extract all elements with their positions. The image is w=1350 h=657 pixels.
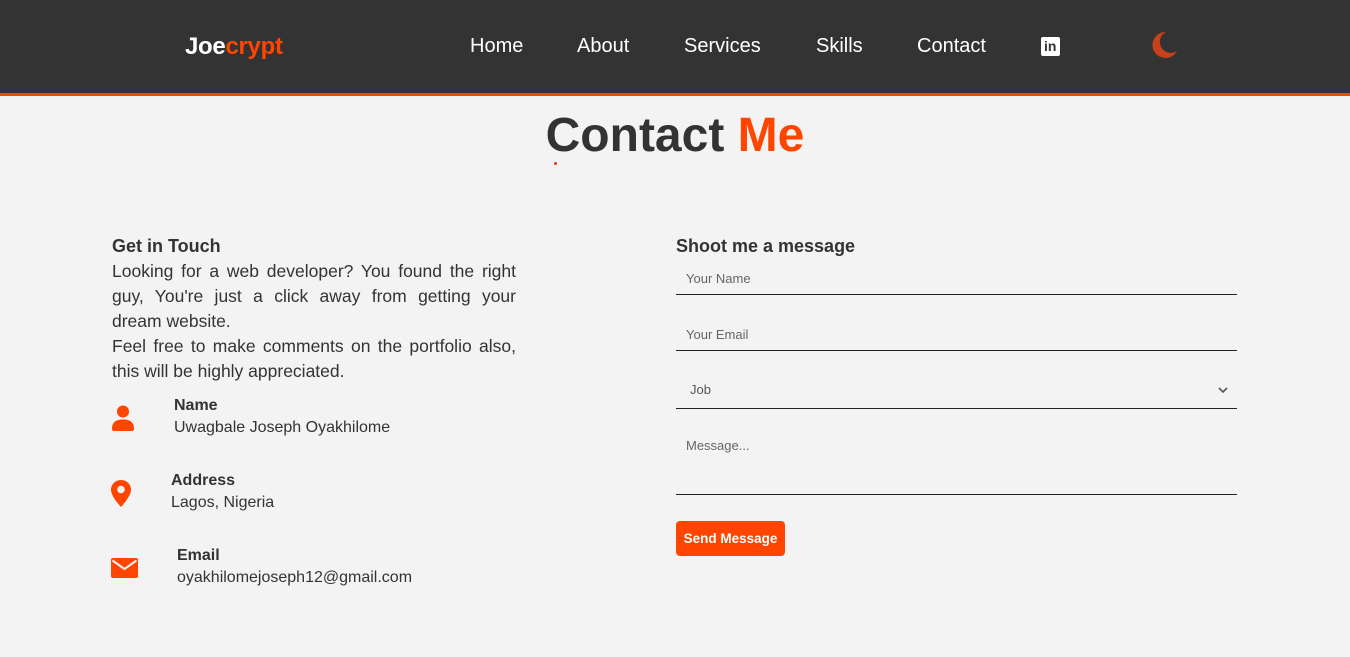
form-heading: Shoot me a message	[676, 236, 856, 256]
message-textarea[interactable]	[676, 430, 1237, 495]
nav-link-contact[interactable]: Contact	[917, 35, 986, 58]
user-icon	[112, 405, 134, 431]
email-input[interactable]	[676, 318, 1237, 351]
chevron-down-icon	[1218, 387, 1228, 394]
info-value-name: Uwagbale Joseph Oyakhilome	[174, 419, 391, 436]
info-label-email: Email	[177, 547, 220, 564]
linkedin-icon[interactable]: in	[1041, 37, 1060, 56]
title-underline-dot	[554, 162, 557, 165]
navbar: Joecrypt Home About Services Skills Cont…	[0, 0, 1350, 96]
location-pin-icon	[111, 480, 131, 507]
nav-link-home[interactable]: Home	[470, 35, 523, 58]
moon-icon[interactable]	[1146, 29, 1178, 61]
logo[interactable]: Joecrypt	[185, 33, 283, 61]
intro-text: Looking for a web developer? You found t…	[112, 261, 516, 381]
nav-link-about[interactable]: About	[577, 35, 629, 58]
info-label-address: Address	[171, 472, 236, 489]
nav-link-services[interactable]: Services	[684, 35, 761, 58]
page-title: Contact Me	[0, 108, 1350, 163]
nav-link-skills[interactable]: Skills	[816, 35, 863, 58]
send-message-button[interactable]: Send Message	[676, 521, 785, 556]
title-accent: Me	[737, 109, 805, 162]
info-value-address: Lagos, Nigeria	[171, 494, 275, 511]
info-label-name: Name	[174, 397, 218, 414]
info-value-email: oyakhilomejoseph12@gmail.com	[177, 569, 413, 586]
name-input[interactable]	[676, 262, 1237, 295]
job-select-value: Job	[690, 382, 711, 397]
logo-accent: crypt	[225, 33, 283, 60]
contact-info-heading: Get in Touch	[112, 236, 221, 256]
logo-main: Joe	[185, 33, 226, 60]
envelope-icon	[111, 558, 138, 578]
job-select[interactable]: Job	[676, 372, 1237, 409]
contact-intro: Looking for a web developer? You found t…	[112, 259, 516, 384]
title-main: Contact	[545, 109, 725, 162]
